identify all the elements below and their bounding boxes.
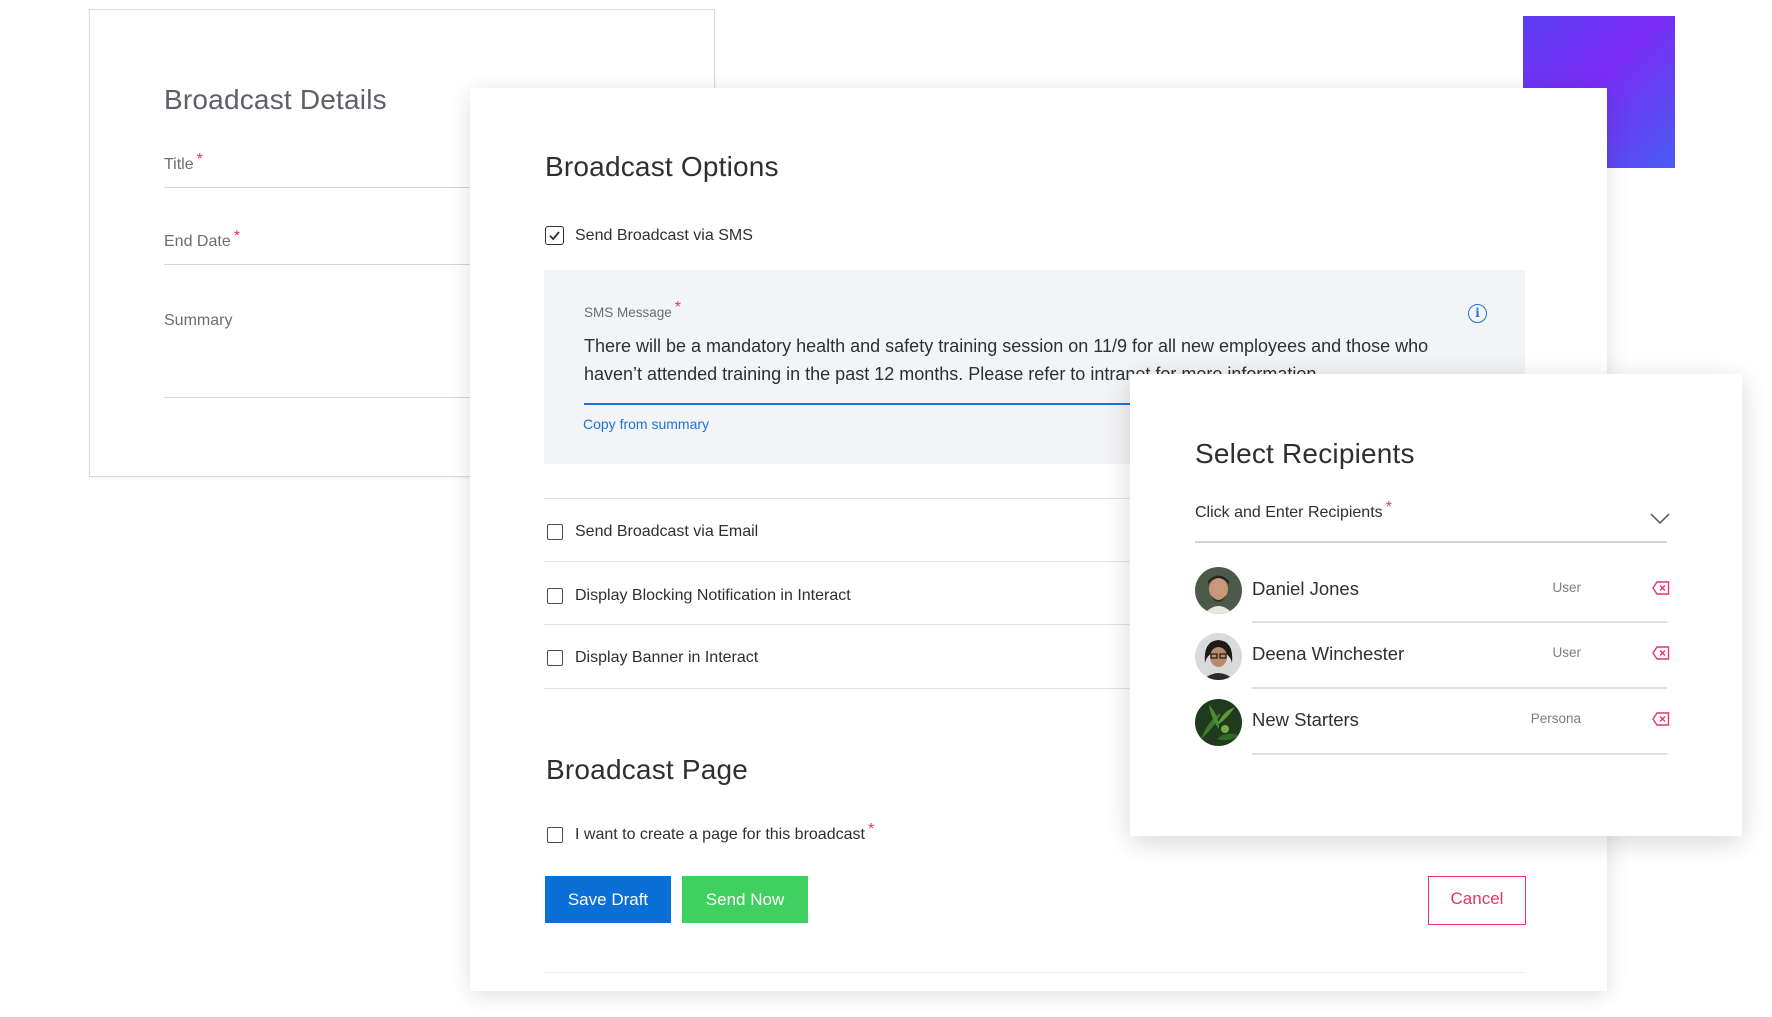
recipient-type: User — [1552, 580, 1581, 595]
recipients-title: Select Recipients — [1195, 438, 1415, 469]
details-title: Broadcast Details — [164, 84, 387, 115]
email-checkbox[interactable] — [547, 524, 563, 540]
save-draft-button[interactable]: Save Draft — [545, 876, 671, 923]
divider — [1252, 621, 1667, 623]
group-leaf-photo — [1195, 699, 1242, 746]
divider — [1252, 687, 1667, 689]
options-title: Broadcast Options — [545, 151, 779, 182]
create-page-checkbox[interactable] — [547, 827, 563, 843]
recipient-name: Daniel Jones — [1252, 578, 1359, 599]
recipients-select-label: Click and Enter Recipients * — [1195, 499, 1392, 521]
recipient-name: Deena Winchester — [1252, 643, 1405, 664]
blocking-notification-label: Display Blocking Notification in Interac… — [575, 587, 851, 604]
blocking-notification-checkbox[interactable] — [547, 588, 563, 604]
remove-icon[interactable] — [1652, 712, 1670, 726]
recipients-select-input[interactable] — [1195, 541, 1667, 543]
avatar — [1195, 633, 1242, 680]
checkmark-icon — [549, 231, 560, 241]
recipient-name: New Starters — [1252, 709, 1359, 730]
copy-from-summary-link[interactable]: Copy from summary — [583, 416, 709, 432]
select-recipients-card: Select Recipients Click and Enter Recipi… — [1130, 374, 1742, 836]
divider — [1252, 753, 1667, 755]
banner-option-label: Display Banner in Interact — [575, 649, 759, 666]
send-now-button[interactable]: Send Now — [682, 876, 808, 923]
broadcast-page-title: Broadcast Page — [546, 754, 749, 785]
chevron-down-icon[interactable] — [1650, 513, 1670, 525]
info-icon[interactable]: i — [1468, 304, 1487, 323]
sms-option-label: Send Broadcast via SMS — [575, 227, 753, 244]
recipient-type: User — [1552, 645, 1581, 660]
remove-icon[interactable] — [1652, 646, 1670, 660]
cancel-button[interactable]: Cancel — [1428, 876, 1526, 925]
end-date-field-label: End Date * — [164, 228, 240, 250]
create-page-label: I want to create a page for this broadca… — [575, 821, 875, 843]
divider — [544, 972, 1525, 973]
recipient-type: Persona — [1530, 711, 1581, 726]
sms-checkbox[interactable] — [545, 226, 564, 245]
banner-checkbox[interactable] — [547, 650, 563, 666]
sms-message-label: SMS Message * — [584, 299, 682, 320]
summary-field-label: Summary — [164, 312, 233, 329]
remove-icon[interactable] — [1652, 581, 1670, 595]
email-option-label: Send Broadcast via Email — [575, 523, 759, 540]
title-field-label: Title * — [164, 151, 203, 173]
avatar — [1195, 567, 1242, 614]
